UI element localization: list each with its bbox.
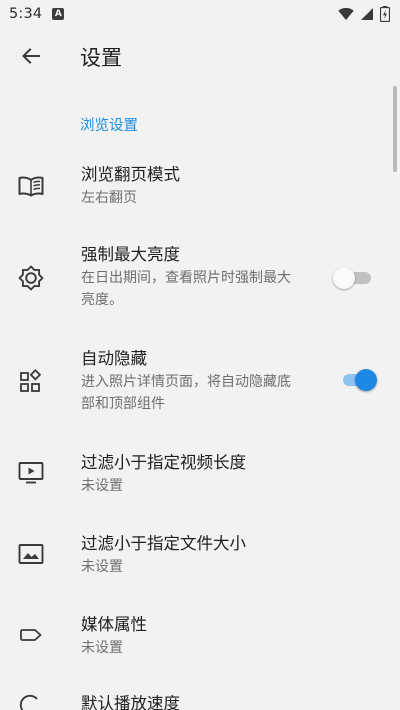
widgets-icon — [17, 367, 45, 395]
pref-summary: 进入照片详情页面，将自动隐藏底部和顶部组件 — [81, 374, 291, 412]
force-brightness-toggle[interactable] — [333, 266, 375, 290]
pref-filter-file-size[interactable]: 过滤小于指定文件大小 未设置 — [0, 519, 400, 591]
pref-title: 过滤小于指定视频长度 — [81, 453, 246, 472]
pref-title: 自动隐藏 — [81, 349, 147, 368]
pref-summary: 未设置 — [81, 559, 123, 575]
status-icons — [338, 6, 390, 22]
pref-summary: 未设置 — [81, 478, 123, 494]
status-time: 5:34 — [9, 6, 43, 22]
section-header: 浏览设置 — [80, 118, 138, 134]
brightness-icon — [17, 264, 45, 292]
page-title: 设置 — [80, 46, 122, 70]
app-bar: 设置 — [0, 28, 400, 88]
toggle-thumb — [333, 267, 355, 289]
video-icon — [17, 459, 45, 487]
image-icon — [17, 540, 45, 568]
pref-title: 浏览翻页模式 — [81, 165, 180, 184]
pref-force-max-brightness[interactable]: 强制最大亮度 在日出期间，查看照片时强制最大亮度。 — [0, 236, 400, 328]
auto-hide-toggle[interactable] — [335, 368, 377, 392]
pref-default-playback-speed[interactable]: 默认播放速度 — [0, 681, 400, 710]
toggle-thumb — [355, 369, 377, 391]
pref-title: 媒体属性 — [81, 615, 147, 634]
pref-page-turn-mode[interactable]: 浏览翻页模式 左右翻页 — [0, 150, 400, 226]
back-button[interactable] — [16, 43, 46, 73]
wifi-icon — [338, 7, 354, 21]
book-icon — [17, 172, 45, 200]
pref-summary: 未设置 — [81, 640, 123, 656]
pref-summary: 左右翻页 — [81, 190, 137, 206]
pref-title: 强制最大亮度 — [81, 245, 180, 264]
pref-title: 默认播放速度 — [81, 694, 180, 710]
pref-media-attributes[interactable]: 媒体属性 未设置 — [0, 600, 400, 672]
pref-title: 过滤小于指定文件大小 — [81, 534, 246, 553]
pref-filter-video-length[interactable]: 过滤小于指定视频长度 未设置 — [0, 438, 400, 510]
cell-signal-icon — [360, 7, 374, 21]
battery-icon — [380, 6, 390, 22]
pref-summary: 在日出期间，查看照片时强制最大亮度。 — [81, 270, 291, 308]
pref-auto-hide[interactable]: 自动隐藏 进入照片详情页面，将自动隐藏底部和顶部组件 — [0, 340, 400, 432]
arrow-back-icon — [21, 46, 41, 70]
label-icon — [17, 621, 45, 649]
speed-icon — [17, 691, 45, 710]
notification-icon: A — [52, 8, 65, 20]
status-bar: 5:34 A — [0, 0, 400, 28]
